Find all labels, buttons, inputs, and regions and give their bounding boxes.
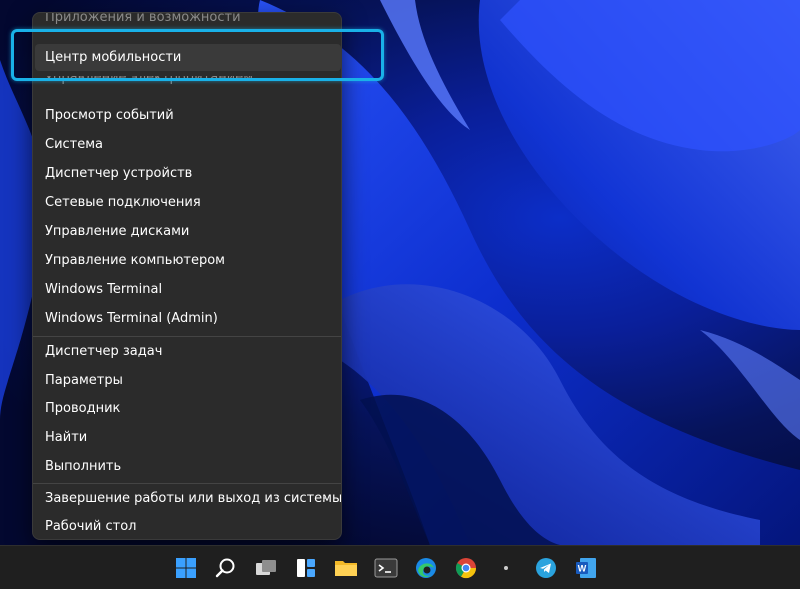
menu-separator — [33, 483, 341, 484]
menu-item-task-manager[interactable]: Диспетчер задач — [35, 338, 341, 365]
winx-context-menu: Приложения и возможности Центр мобильнос… — [32, 12, 342, 540]
menu-item-network-connections[interactable]: Сетевые подключения — [35, 189, 341, 216]
menu-item-windows-terminal[interactable]: Windows Terminal — [35, 276, 341, 303]
widgets-icon[interactable] — [292, 554, 320, 582]
menu-item-settings[interactable]: Параметры — [35, 367, 341, 394]
menu-item-desktop[interactable]: Рабочий стол — [35, 513, 341, 539]
telegram-icon[interactable] — [532, 554, 560, 582]
file-explorer-icon[interactable] — [332, 554, 360, 582]
search-icon[interactable] — [212, 554, 240, 582]
edge-icon[interactable] — [412, 554, 440, 582]
menu-item-run[interactable]: Выполнить — [35, 453, 341, 480]
taskbar: W — [0, 545, 800, 589]
chevron-right-icon: › — [321, 491, 327, 506]
windows-start-icon[interactable] — [172, 554, 200, 582]
menu-item-label: Завершение работы или выход из системы — [45, 491, 342, 506]
highlight-frame — [11, 29, 384, 81]
menu-item-search[interactable]: Найти — [35, 424, 341, 451]
task-view-icon[interactable] — [252, 554, 280, 582]
menu-item-system[interactable]: Система — [35, 131, 341, 158]
chrome-icon[interactable] — [452, 554, 480, 582]
menu-item-file-explorer[interactable]: Проводник — [35, 395, 341, 422]
menu-item-windows-terminal-admin[interactable]: Windows Terminal (Admin) — [35, 305, 341, 332]
app-running-dot-icon[interactable] — [492, 554, 520, 582]
word-icon[interactable]: W — [572, 554, 600, 582]
menu-item-disk-management[interactable]: Управление дисками — [35, 218, 341, 245]
menu-item-computer-management[interactable]: Управление компьютером — [35, 247, 341, 274]
svg-text:W: W — [578, 564, 587, 574]
terminal-icon[interactable] — [372, 554, 400, 582]
menu-separator — [33, 336, 341, 337]
menu-item-shutdown-signout[interactable]: Завершение работы или выход из системы › — [35, 485, 341, 512]
menu-item-event-viewer[interactable]: Просмотр событий — [35, 102, 341, 129]
menu-item-device-manager[interactable]: Диспетчер устройств — [35, 160, 341, 187]
